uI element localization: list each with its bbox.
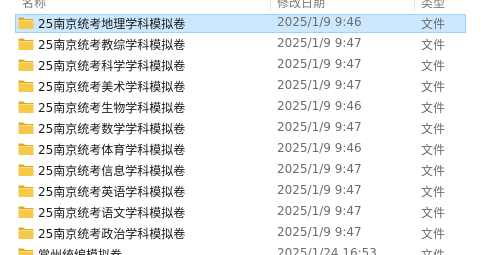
- file-name: 25南京统考生物学科模拟卷: [38, 101, 186, 115]
- file-row[interactable]: 25南京统考科学学科模拟卷 2025/1/9 9:47 文件: [0, 54, 484, 75]
- column-name-header[interactable]: 名称: [22, 0, 46, 11]
- column-type-header[interactable]: 类型: [421, 0, 445, 11]
- folder-icon: [18, 185, 34, 197]
- file-name: 25南京统考教综学科模拟卷: [38, 38, 186, 52]
- file-row[interactable]: 25南京统考英语学科模拟卷 2025/1/9 9:47 文件: [0, 180, 484, 201]
- file-type: 文件: [421, 38, 446, 52]
- file-date: 2025/1/9 9:47: [277, 120, 362, 134]
- file-date: 2025/1/9 9:47: [277, 162, 362, 176]
- column-date-header[interactable]: 修改日期: [277, 0, 325, 11]
- column-divider[interactable]: [270, 0, 271, 11]
- file-type: 文件: [421, 248, 446, 255]
- file-row[interactable]: 25南京统考地理学科模拟卷 2025/1/9 9:46 文件: [0, 12, 484, 33]
- file-row[interactable]: 25南京统考生物学科模拟卷 2025/1/9 9:46 文件: [0, 96, 484, 117]
- file-name: 25南京统考体育学科模拟卷: [38, 143, 186, 157]
- file-row[interactable]: 25南京统考数学学科模拟卷 2025/1/9 9:47 文件: [0, 117, 484, 138]
- file-type: 文件: [421, 80, 446, 94]
- file-date: 2025/1/9 9:47: [277, 57, 362, 71]
- folder-icon: [18, 143, 34, 155]
- file-type: 文件: [421, 101, 446, 115]
- folder-icon: [18, 164, 34, 176]
- file-date: 2025/1/9 9:46: [277, 141, 362, 155]
- file-date: 2025/1/24 16:53: [277, 246, 377, 255]
- file-row[interactable]: 25南京统考体育学科模拟卷 2025/1/9 9:46 文件: [0, 138, 484, 159]
- file-date: 2025/1/9 9:46: [277, 15, 362, 29]
- file-name: 25南京统考英语学科模拟卷: [38, 185, 186, 199]
- file-row[interactable]: 25南京统考政治学科模拟卷 2025/1/9 9:47 文件: [0, 222, 484, 243]
- folder-icon: [18, 38, 34, 50]
- folder-icon: [18, 59, 34, 71]
- column-header: 名称 修改日期 类型: [0, 0, 484, 11]
- file-name: 25南京统考数学学科模拟卷: [38, 122, 186, 136]
- file-date: 2025/1/9 9:47: [277, 225, 362, 239]
- file-type: 文件: [421, 59, 446, 73]
- folder-icon: [18, 17, 34, 29]
- file-type: 文件: [421, 122, 446, 136]
- file-name: 25南京统考科学学科模拟卷: [38, 59, 186, 73]
- file-type: 文件: [421, 143, 446, 157]
- file-name: 25南京统考政治学科模拟卷: [38, 227, 186, 241]
- file-type: 文件: [421, 206, 446, 220]
- file-name: 常州统编模拟卷: [38, 248, 123, 255]
- file-type: 文件: [421, 164, 446, 178]
- folder-icon: [18, 227, 34, 239]
- folder-icon: [18, 206, 34, 218]
- file-row[interactable]: 25南京统考信息学科模拟卷 2025/1/9 9:47 文件: [0, 159, 484, 180]
- file-date: 2025/1/9 9:47: [277, 204, 362, 218]
- column-divider[interactable]: [414, 0, 415, 11]
- file-row[interactable]: 常州统编模拟卷 2025/1/24 16:53 文件: [0, 243, 484, 255]
- folder-icon: [18, 248, 34, 255]
- file-name: 25南京统考信息学科模拟卷: [38, 164, 186, 178]
- file-type: 文件: [421, 17, 446, 31]
- folder-icon: [18, 80, 34, 92]
- folder-icon: [18, 101, 34, 113]
- file-name: 25南京统考美术学科模拟卷: [38, 80, 186, 94]
- file-row[interactable]: 25南京统考美术学科模拟卷 2025/1/9 9:47 文件: [0, 75, 484, 96]
- file-type: 文件: [421, 185, 446, 199]
- file-date: 2025/1/9 9:47: [277, 183, 362, 197]
- file-date: 2025/1/9 9:47: [277, 36, 362, 50]
- file-row[interactable]: 25南京统考语文学科模拟卷 2025/1/9 9:47 文件: [0, 201, 484, 222]
- file-list: 25南京统考地理学科模拟卷 2025/1/9 9:46 文件 25南京统考教综学…: [0, 12, 484, 255]
- file-date: 2025/1/9 9:46: [277, 99, 362, 113]
- file-date: 2025/1/9 9:47: [277, 78, 362, 92]
- file-row[interactable]: 25南京统考教综学科模拟卷 2025/1/9 9:47 文件: [0, 33, 484, 54]
- file-type: 文件: [421, 227, 446, 241]
- file-name: 25南京统考地理学科模拟卷: [38, 17, 186, 31]
- folder-icon: [18, 122, 34, 134]
- file-name: 25南京统考语文学科模拟卷: [38, 206, 186, 220]
